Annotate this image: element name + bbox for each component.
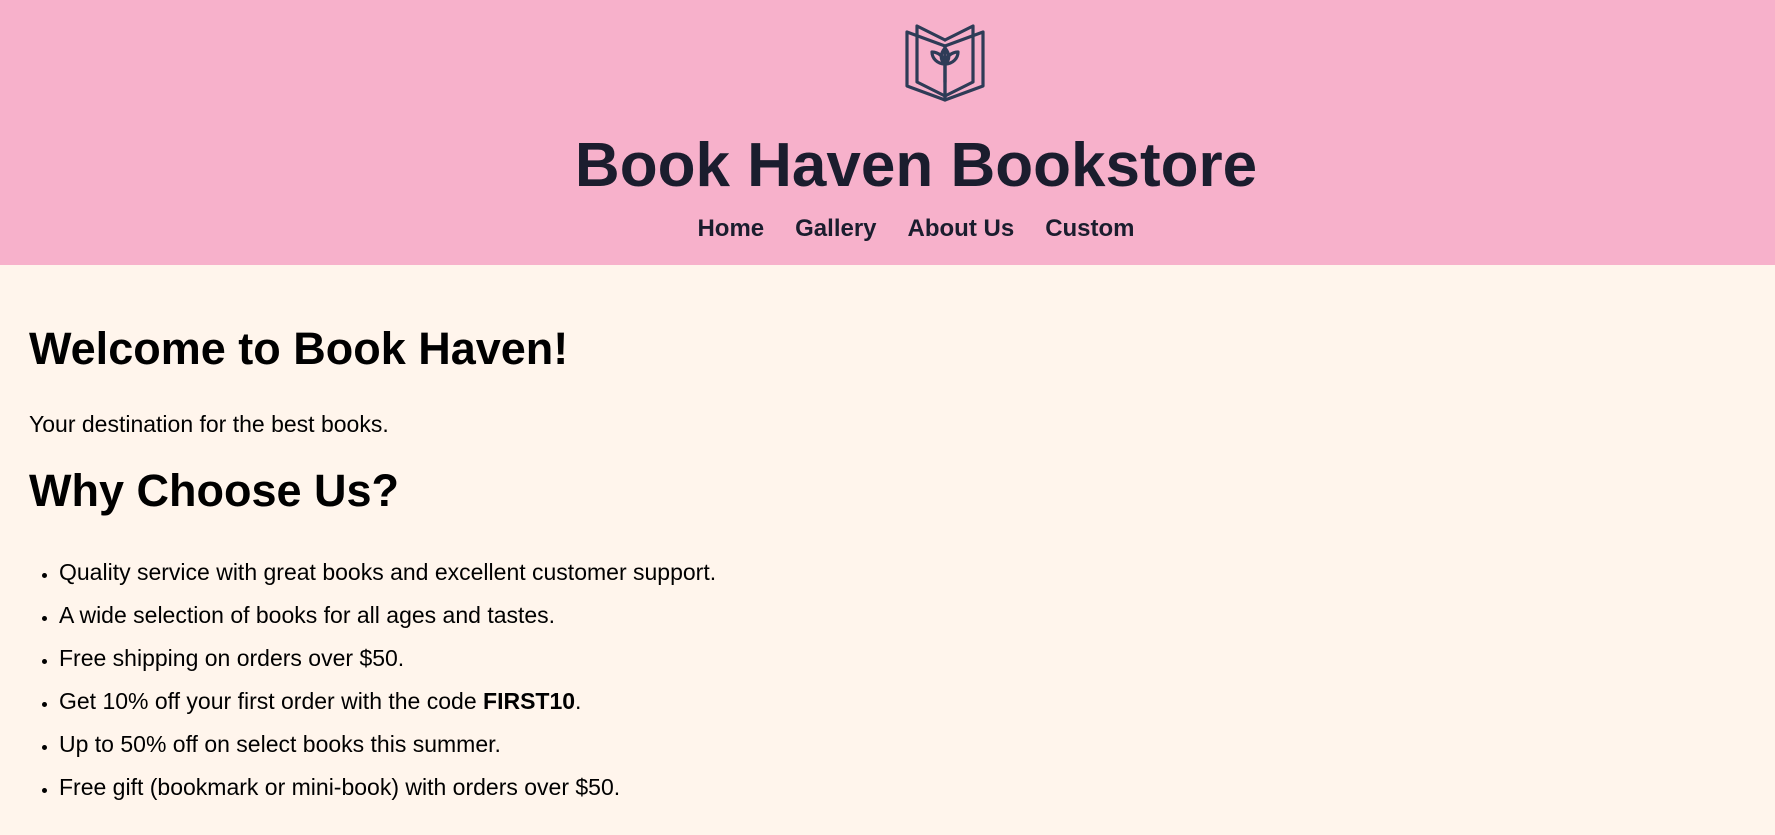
feature-item: A wide selection of books for all ages a… [59,600,716,630]
feature-text: A wide selection of books for all ages a… [59,602,556,628]
welcome-heading: Welcome to Book Haven! [29,323,569,374]
feature-text-after: . [575,688,582,714]
open-book-icon [903,22,987,102]
feature-text: Free gift (bookmark or mini-book) with o… [59,774,621,800]
feature-item: Get 10% off your first order with the co… [59,686,716,716]
feature-text-before: Get 10% off your first order with the co… [59,688,484,714]
discount-code: FIRST10 [483,688,576,714]
feature-item: Quality service with great books and exc… [59,557,716,587]
nav-gallery-link[interactable]: Gallery [795,213,876,245]
feature-item: Up to 50% off on select books this summe… [59,729,716,759]
nav-custom-link[interactable]: Custom [1045,213,1134,245]
feature-item: Free shipping on orders over $50. [59,643,716,673]
feature-text: Up to 50% off on select books this summe… [59,731,501,757]
why-choose-us-heading: Why Choose Us? [29,465,400,516]
nav-about-us-link[interactable]: About Us [908,213,1015,245]
feature-text: Quality service with great books and exc… [59,559,717,585]
feature-item: Free gift (bookmark or mini-book) with o… [59,772,716,802]
feature-text: Free shipping on orders over $50. [59,645,405,671]
features-list: Quality service with great books and exc… [29,557,716,815]
nav-home-link[interactable]: Home [697,213,764,245]
tagline: Your destination for the best books. [29,411,389,437]
